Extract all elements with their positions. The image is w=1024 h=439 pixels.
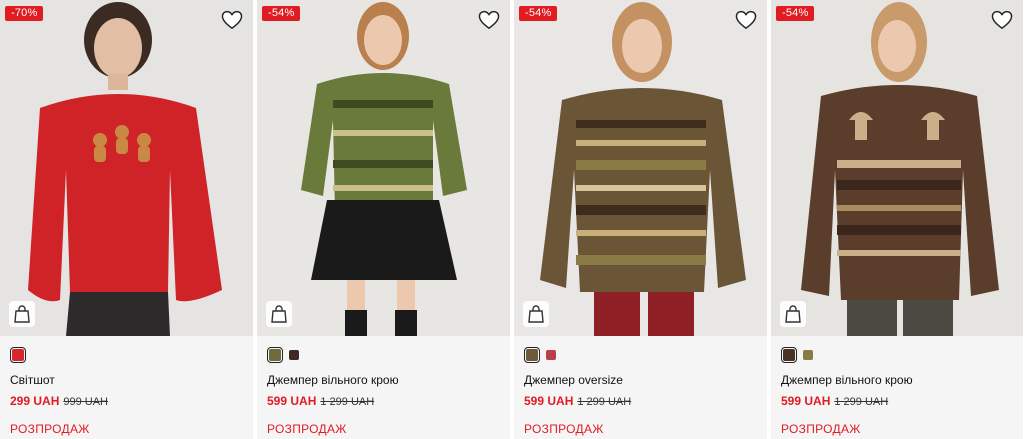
color-swatches bbox=[524, 346, 757, 363]
sale-price: 599 UAH bbox=[267, 394, 317, 408]
heart-icon[interactable] bbox=[735, 10, 757, 30]
discount-badge: -54% bbox=[262, 6, 301, 21]
model-photo bbox=[257, 0, 510, 336]
shopping-bag-icon bbox=[14, 305, 30, 323]
original-price: 1 299 UAH bbox=[577, 396, 632, 408]
discount-badge: -54% bbox=[519, 6, 558, 21]
product-image[interactable]: -54% bbox=[771, 0, 1023, 336]
color-swatch-brown[interactable] bbox=[289, 349, 299, 360]
product-card[interactable]: -54% Джемпер oversize 599 UAH 1 299 UAH Р… bbox=[514, 0, 767, 439]
price-block: 599 UAH 1 299 UAH bbox=[781, 394, 1013, 409]
original-price: 1 299 UAH bbox=[834, 396, 889, 408]
heart-icon[interactable] bbox=[221, 10, 243, 30]
color-swatch-pink-pattern[interactable] bbox=[546, 349, 556, 360]
shopping-bag-icon bbox=[785, 305, 801, 323]
add-to-bag-button[interactable] bbox=[9, 301, 35, 327]
sale-label[interactable]: РОЗПРОДАЖ bbox=[781, 422, 1013, 436]
price-block: 599 UAH 1 299 UAH bbox=[524, 394, 757, 409]
product-info: Світшот 299 UAH 999 UAH РОЗПРОДАЖ bbox=[0, 336, 253, 439]
product-image[interactable]: -54% bbox=[257, 0, 510, 336]
add-to-bag-button[interactable] bbox=[523, 301, 549, 327]
color-swatches bbox=[10, 346, 243, 363]
original-price: 1 299 UAH bbox=[320, 396, 375, 408]
shopping-bag-icon bbox=[528, 305, 544, 323]
color-swatch-khaki[interactable] bbox=[803, 349, 813, 360]
sale-label[interactable]: РОЗПРОДАЖ bbox=[524, 422, 757, 436]
product-image[interactable]: -54% bbox=[514, 0, 767, 336]
color-swatches bbox=[267, 346, 500, 363]
sale-label[interactable]: РОЗПРОДАЖ bbox=[10, 422, 243, 436]
product-name[interactable]: Джемпер вільного крою bbox=[781, 373, 1013, 387]
product-card[interactable]: -54% Джемпер вільного крою 599 UAH 1 299 … bbox=[771, 0, 1023, 439]
price-block: 299 UAH 999 UAH bbox=[10, 394, 243, 409]
sale-label[interactable]: РОЗПРОДАЖ bbox=[267, 422, 500, 436]
add-to-bag-button[interactable] bbox=[780, 301, 806, 327]
product-image[interactable]: -70% bbox=[0, 0, 253, 336]
price-block: 599 UAH 1 299 UAH bbox=[267, 394, 500, 409]
color-swatch-brown-pattern[interactable] bbox=[524, 346, 540, 363]
sale-price: 599 UAH bbox=[524, 394, 574, 408]
discount-badge: -70% bbox=[5, 6, 44, 21]
model-photo bbox=[0, 0, 253, 336]
product-card[interactable]: -54% Джемпер вільного крою 599 UAH 1 299 … bbox=[257, 0, 510, 439]
product-info: Джемпер oversize 599 UAH 1 299 UAH РОЗПРО… bbox=[514, 336, 767, 439]
color-swatches bbox=[781, 346, 1013, 363]
shopping-bag-icon bbox=[271, 305, 287, 323]
color-swatch-dark-brown[interactable] bbox=[781, 346, 797, 363]
heart-icon[interactable] bbox=[478, 10, 500, 30]
product-name[interactable]: Джемпер oversize bbox=[524, 373, 757, 387]
product-info: Джемпер вільного крою 599 UAH 1 299 UAH Р… bbox=[771, 336, 1023, 439]
add-to-bag-button[interactable] bbox=[266, 301, 292, 327]
discount-badge: -54% bbox=[776, 6, 815, 21]
original-price: 999 UAH bbox=[63, 396, 108, 408]
product-name[interactable]: Світшот bbox=[10, 373, 243, 387]
sale-price: 599 UAH bbox=[781, 394, 831, 408]
sale-price: 299 UAH bbox=[10, 394, 60, 408]
product-card[interactable]: -70% Світшот 299 UAH 999 UAH РОЗПРОДАЖ bbox=[0, 0, 253, 439]
heart-icon[interactable] bbox=[991, 10, 1013, 30]
model-photo bbox=[514, 0, 767, 336]
product-grid: -70% Світшот 299 UAH 999 UAH РОЗПРОДАЖ -… bbox=[0, 0, 1024, 439]
product-name[interactable]: Джемпер вільного крою bbox=[267, 373, 500, 387]
color-swatch-olive[interactable] bbox=[267, 346, 283, 363]
model-photo bbox=[771, 0, 1023, 336]
color-swatch-red[interactable] bbox=[10, 346, 26, 363]
product-info: Джемпер вільного крою 599 UAH 1 299 UAH Р… bbox=[257, 336, 510, 439]
